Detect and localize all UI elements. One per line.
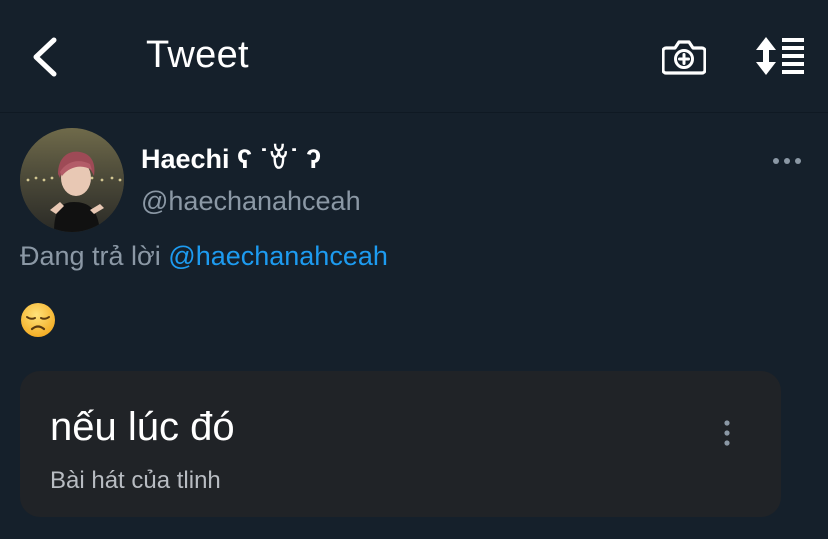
camera-plus-icon[interactable] xyxy=(662,36,706,76)
song-artist: Bài hát của tlinh xyxy=(50,467,221,494)
page-title: Tweet xyxy=(146,34,249,76)
song-title: nếu lúc đó xyxy=(50,405,235,449)
more-options-icon[interactable] xyxy=(772,156,802,166)
avatar-photo xyxy=(20,128,124,232)
reply-mention-link[interactable]: @haechanahceah xyxy=(168,241,388,271)
author-name[interactable]: Haechi ʕ ˙ꈊ˙ ʔ xyxy=(141,139,321,175)
avatar[interactable] xyxy=(20,128,124,232)
disappointed-face-emoji xyxy=(21,303,55,337)
chevron-left-icon[interactable] xyxy=(28,36,64,78)
replying-to-label: Đang trả lời xyxy=(20,241,161,271)
replying-to-line: Đang trả lời @haechanahceah xyxy=(20,241,388,272)
music-card[interactable]: nếu lúc đó Bài hát của tlinh xyxy=(20,371,781,517)
card-more-options-icon[interactable] xyxy=(720,419,734,447)
author-handle[interactable]: @haechanahceah xyxy=(141,186,361,217)
top-bar: Tweet xyxy=(0,0,828,113)
sort-icon[interactable] xyxy=(754,36,806,76)
